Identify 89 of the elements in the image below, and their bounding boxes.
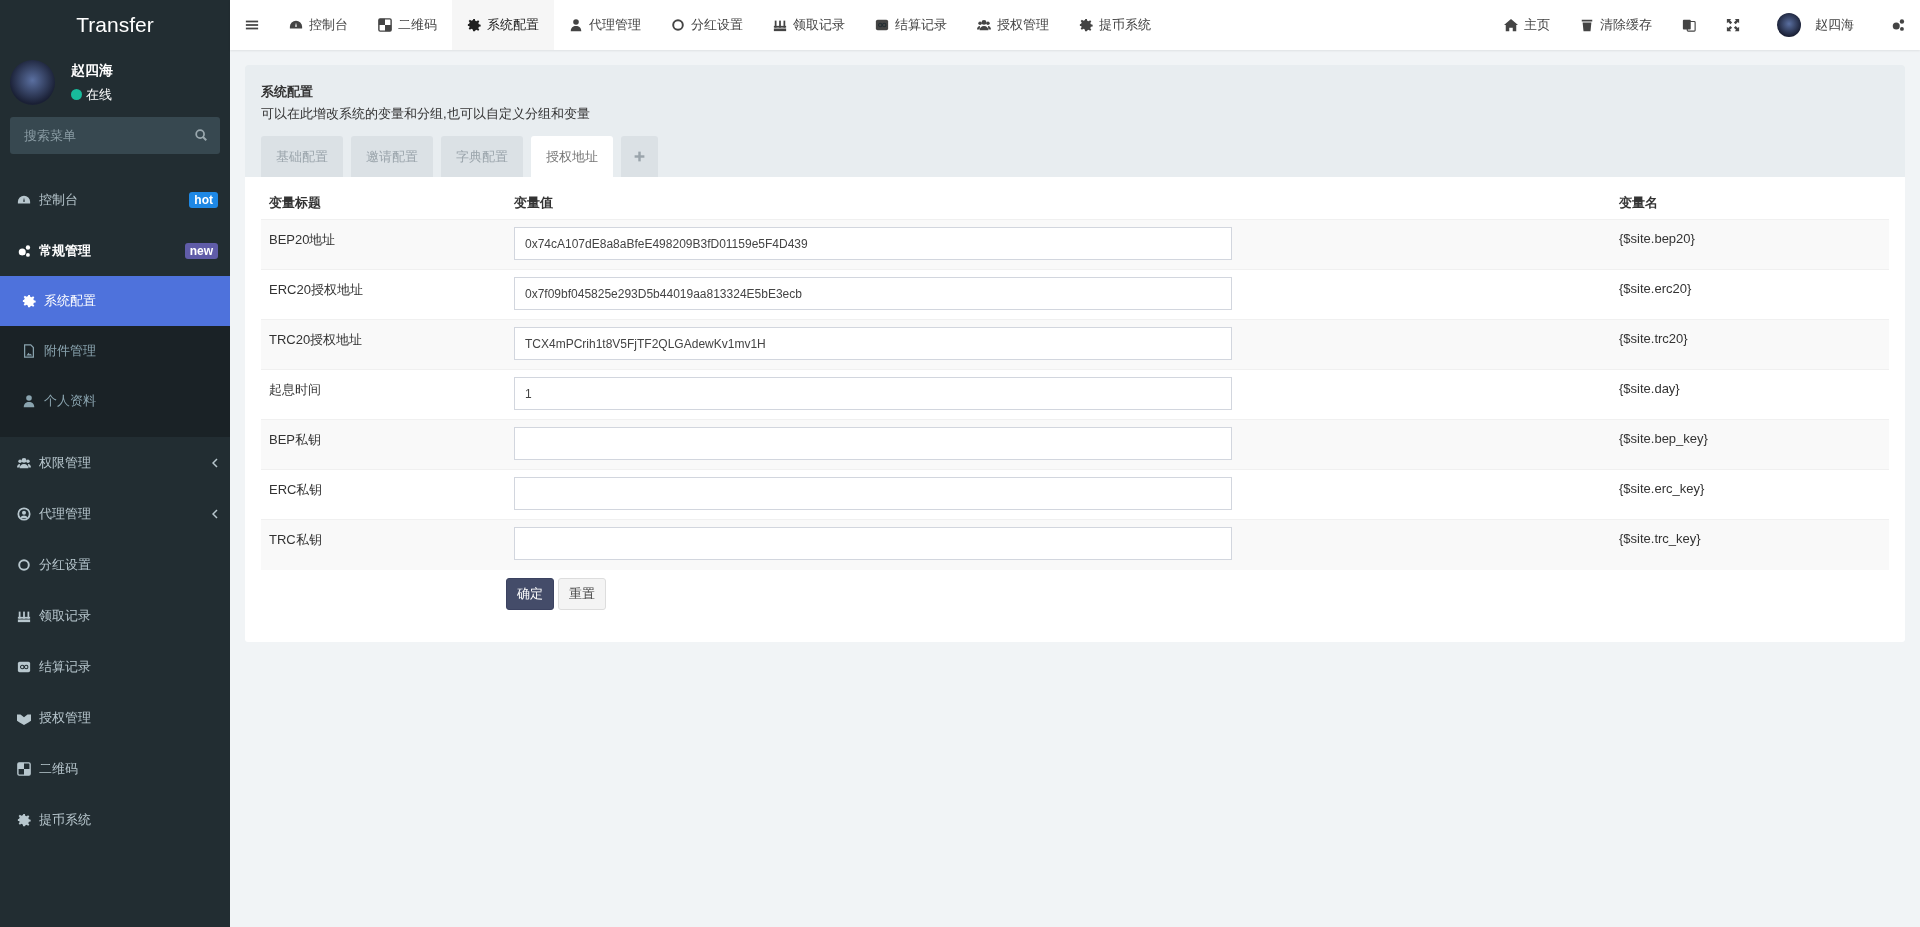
avatar [1777, 13, 1801, 37]
config-tab[interactable]: 授权地址 [531, 136, 613, 177]
nav-tab[interactable]: 结算记录 [860, 0, 962, 50]
value-field[interactable] [514, 477, 1232, 510]
variable-name: {$site.trc_key} [1619, 531, 1702, 546]
submenu-item[interactable]: 个人资料 [0, 376, 230, 426]
gauge-icon [289, 18, 303, 32]
circle-icon [17, 557, 31, 572]
variable-title: BEP20地址 [269, 231, 337, 249]
avatar [10, 60, 55, 105]
user-icon [569, 18, 583, 32]
user-circle-icon [17, 506, 31, 521]
column-header: 变量名 [1619, 195, 1658, 210]
user-name: 赵四海 [71, 61, 113, 80]
nav-tab[interactable]: 代理管理 [554, 0, 656, 50]
variable-title: TRC私钥 [269, 531, 323, 549]
variable-name: {$site.erc20} [1619, 281, 1693, 296]
nav-tab[interactable]: 控制台 [274, 0, 363, 50]
nav-tab[interactable]: 分红设置 [656, 0, 758, 50]
nav-tab[interactable]: 二维码 [363, 0, 452, 50]
user-status: 在线 [86, 85, 112, 104]
gears-icon [17, 243, 31, 258]
value-field[interactable] [514, 527, 1232, 560]
menu-item[interactable]: 常规管理 new [0, 225, 230, 276]
value-field[interactable]: 1 [514, 377, 1232, 410]
panel-description: 可以在此增改系统的变量和分组,也可以自定义分组和变量 [261, 105, 591, 123]
submenu-item[interactable]: 系统配置 [0, 276, 230, 326]
checker-icon [17, 761, 31, 776]
panel-title: 系统配置 [261, 83, 314, 101]
value-field[interactable] [514, 427, 1232, 460]
menu-item[interactable]: 结算记录 [0, 641, 230, 692]
variable-name: {$site.bep20} [1619, 231, 1696, 246]
menu-item[interactable]: 控制台 hot [0, 174, 230, 225]
app-logo: Transfer [75, 12, 155, 38]
card-icon [17, 659, 31, 674]
plus-icon [633, 150, 646, 163]
variable-title: 起息时间 [269, 381, 322, 399]
variable-title: BEP私钥 [269, 431, 322, 449]
value-field[interactable]: TCX4mPCrih1t8V5FjTF2QLGAdewKv1mv1H [514, 327, 1232, 360]
user-icon [22, 394, 36, 408]
gear-icon [17, 812, 31, 827]
gear-icon [467, 18, 481, 32]
circle-icon [671, 18, 685, 32]
confirm-button[interactable]: 确定 [506, 577, 554, 610]
fullscreen-icon [1726, 18, 1740, 32]
column-header: 变量标题 [269, 195, 321, 210]
menu-badge: hot [189, 191, 218, 208]
variable-title: ERC20授权地址 [269, 281, 364, 299]
users-icon [977, 18, 991, 32]
menu-icon [245, 18, 259, 32]
reset-button[interactable]: 重置 [558, 577, 606, 610]
users-icon [17, 455, 31, 470]
nav-tab[interactable]: 提币系统 [1064, 0, 1166, 50]
nav-tab[interactable]: 系统配置 [452, 0, 554, 50]
variable-title: ERC私钥 [269, 481, 324, 499]
clear-cache-button[interactable]: 清除缓存 [1565, 0, 1667, 50]
menu-item[interactable]: 二维码 [0, 743, 230, 794]
variable-title: TRC20授权地址 [269, 331, 364, 349]
nav-tab[interactable]: 授权管理 [962, 0, 1064, 50]
variable-name: {$site.bep_key} [1619, 431, 1709, 446]
value-field[interactable]: 0x74cA107dE8a8aBfeE498209B3fD01159e5F4D439 [514, 227, 1232, 260]
card-icon [875, 18, 889, 32]
menu-item[interactable]: 分红设置 [0, 539, 230, 590]
value-field[interactable]: 0x7f09bf045825e293D5b44019aa813324E5bE3ecb [514, 277, 1232, 310]
menu-item[interactable]: 提币系统 [0, 794, 230, 845]
menu-item[interactable]: 授权管理 [0, 692, 230, 743]
settings-icon [1891, 18, 1905, 32]
nav-tab[interactable]: 领取记录 [758, 0, 860, 50]
variable-name: {$site.trc20} [1619, 331, 1689, 346]
variable-name: {$site.erc_key} [1619, 481, 1706, 496]
home-link[interactable]: 主页 [1489, 0, 1565, 50]
search-field[interactable]: 搜索菜单 [10, 117, 220, 154]
search-icon [194, 128, 208, 142]
trash-icon [1580, 18, 1594, 32]
user-menu[interactable]: 赵四海 [1755, 0, 1876, 50]
menu-item[interactable]: 权限管理 [0, 437, 230, 488]
menu-item[interactable]: 领取记录 [0, 590, 230, 641]
translate-icon [1682, 18, 1696, 32]
menu-item[interactable]: 代理管理 [0, 488, 230, 539]
variable-name: {$site.day} [1619, 381, 1681, 396]
gear-icon [1079, 18, 1093, 32]
checker-icon [378, 18, 392, 32]
bars-stack-icon [773, 18, 787, 32]
menu-badge: new [184, 242, 218, 259]
house-icon [1504, 18, 1518, 32]
submenu-item[interactable]: 附件管理 [0, 326, 230, 376]
column-header: 变量值 [514, 195, 553, 210]
gear-icon [22, 294, 36, 308]
image-file-icon [22, 344, 36, 358]
